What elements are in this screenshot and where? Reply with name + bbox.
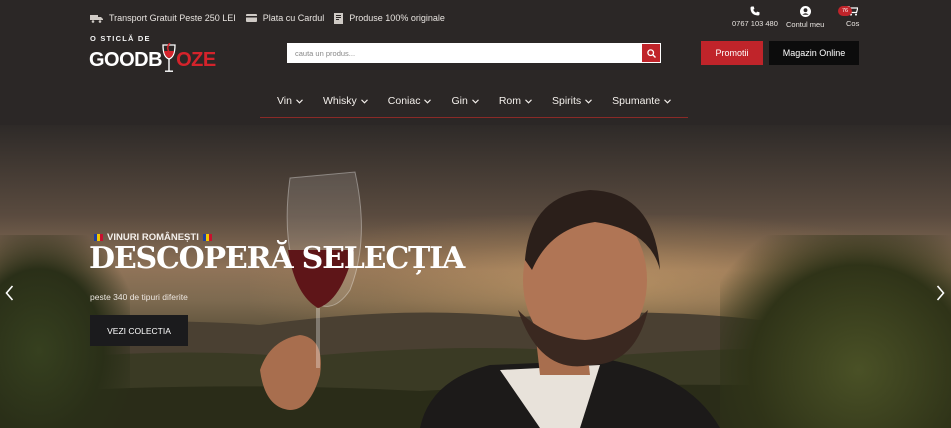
logo-tagline: O STICLĂ DE bbox=[90, 34, 151, 43]
logo-brand-part1: GOODB bbox=[89, 49, 163, 71]
nav-label: Rom bbox=[498, 95, 521, 107]
promo-button[interactable]: Promotii bbox=[701, 41, 763, 65]
chevron-down-icon bbox=[296, 98, 303, 104]
cart-label: Cos bbox=[846, 19, 860, 28]
chevron-down-icon bbox=[664, 98, 671, 104]
phone-icon bbox=[750, 6, 760, 16]
original-text: Produse 100% originale bbox=[349, 13, 445, 23]
card-icon bbox=[245, 14, 257, 22]
shipping-text: Transport Gratuit Peste 250 LEI bbox=[109, 13, 236, 23]
arrow-right-icon[interactable] bbox=[936, 285, 945, 301]
site-header: Transport Gratuit Peste 250 LEI Plata cu… bbox=[0, 0, 951, 125]
search-bar bbox=[287, 43, 661, 63]
nav-label: Spumante bbox=[612, 95, 661, 107]
chevron-down-icon bbox=[424, 98, 432, 104]
arrow-left-icon[interactable] bbox=[5, 285, 14, 301]
account-link[interactable]: Contul meu bbox=[786, 6, 824, 29]
flag-icon bbox=[94, 234, 103, 241]
original-info: Produse 100% originale bbox=[334, 12, 445, 24]
view-collection-button[interactable]: VEZI COLECTIA bbox=[90, 315, 188, 346]
main-nav: Vin Whisky Coniac Gin Rom Spirits Spuman… bbox=[260, 86, 688, 118]
hero-banner: VINURI ROMÂNEȘTI DESCOPERĂ SELECȚIA pest… bbox=[0, 125, 951, 428]
wine-glass-icon bbox=[162, 42, 176, 72]
logo-brand-part2: OZE bbox=[176, 49, 216, 71]
account-label: Contul meu bbox=[786, 20, 825, 29]
chevron-down-icon bbox=[585, 98, 593, 104]
user-icon bbox=[799, 6, 811, 17]
nav-label: Coniac bbox=[387, 95, 421, 107]
nav-item-spumante[interactable]: Spumante bbox=[612, 95, 671, 107]
site-logo[interactable]: O STICLĂ DE GOODB OZE bbox=[89, 32, 229, 76]
chevron-down-icon bbox=[525, 98, 532, 104]
nav-item-whisky[interactable]: Whisky bbox=[323, 95, 368, 107]
nav-label: Vin bbox=[276, 95, 292, 107]
hero-headline: DESCOPERĂ SELECȚIA bbox=[89, 241, 465, 276]
nav-label: Whisky bbox=[322, 95, 357, 107]
card-info: Plata cu Cardul bbox=[245, 13, 325, 23]
certificate-icon bbox=[334, 12, 344, 24]
truck-icon bbox=[90, 14, 103, 23]
chevron-down-icon bbox=[360, 98, 368, 104]
card-text: Plata cu Cardul bbox=[262, 13, 325, 23]
nav-item-spirits[interactable]: Spirits bbox=[551, 95, 593, 107]
sommelier-illustration bbox=[260, 171, 720, 428]
search-button[interactable] bbox=[641, 43, 661, 63]
search-icon bbox=[646, 48, 656, 58]
phone-number: 0767 103 480 bbox=[732, 19, 778, 28]
hero-subtitle: peste 340 de tipuri diferite bbox=[90, 292, 188, 302]
cart-count-badge: 76 bbox=[838, 6, 852, 16]
nav-item-vin[interactable]: Vin bbox=[277, 95, 303, 107]
phone-link[interactable]: 0767 103 480 bbox=[732, 6, 778, 28]
nav-item-coniac[interactable]: Coniac bbox=[388, 95, 432, 107]
shop-button[interactable]: Magazin Online bbox=[769, 41, 859, 65]
logo-brand: GOODB OZE bbox=[89, 42, 216, 79]
top-info-bar: Transport Gratuit Peste 250 LEI Plata cu… bbox=[90, 10, 455, 26]
nav-label: Gin bbox=[451, 95, 468, 107]
nav-label: Spirits bbox=[551, 95, 582, 107]
nav-item-rom[interactable]: Rom bbox=[499, 95, 532, 107]
shipping-info: Transport Gratuit Peste 250 LEI bbox=[90, 13, 236, 23]
chevron-down-icon bbox=[471, 98, 479, 104]
search-input[interactable] bbox=[287, 43, 641, 63]
nav-item-gin[interactable]: Gin bbox=[451, 95, 479, 107]
flag-icon bbox=[202, 234, 212, 241]
